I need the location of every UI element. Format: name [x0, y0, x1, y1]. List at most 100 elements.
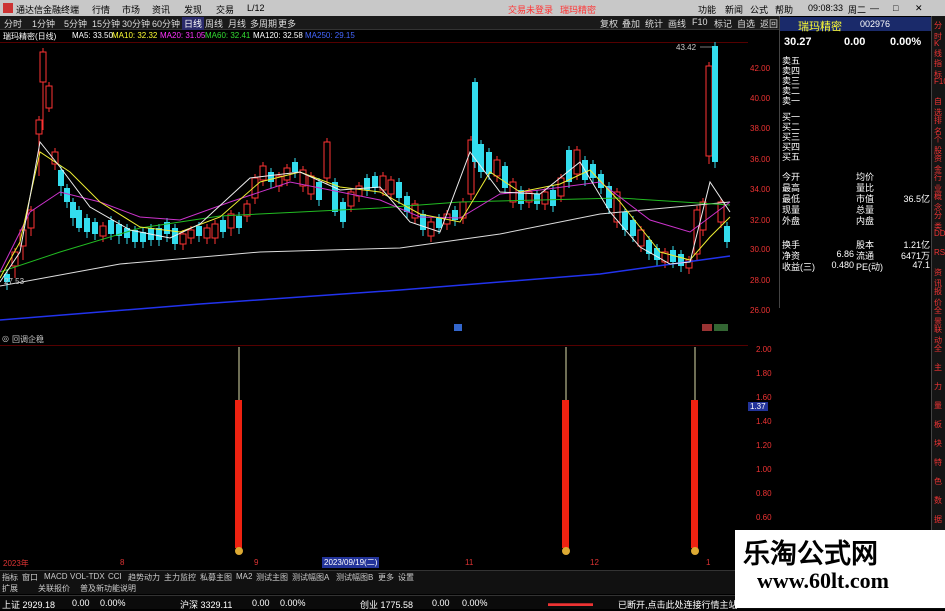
- indicator-chart[interactable]: [0, 345, 748, 557]
- extension-tab[interactable]: 关联报价: [38, 583, 70, 594]
- candle-body: [598, 174, 604, 188]
- price-tick: 42.00: [750, 64, 771, 73]
- sidebar-tab[interactable]: 数: [934, 495, 942, 506]
- sidebar-tab[interactable]: 据: [934, 514, 942, 525]
- index-hs[interactable]: 沪深 3329.11: [180, 598, 232, 611]
- candle-body: [452, 210, 458, 220]
- sidebar-tab[interactable]: 量: [934, 400, 942, 411]
- indicator-tab[interactable]: VOL-TDX: [70, 572, 105, 581]
- extension-tab[interactable]: 扩展: [2, 583, 18, 594]
- stat-label: 内盘: [856, 216, 875, 226]
- indicator-tab[interactable]: MACD: [44, 572, 68, 581]
- legend-ma250: MA250: 29.15: [305, 31, 355, 40]
- sidebar-tab[interactable]: 块: [934, 438, 942, 449]
- toolbar-watchlist[interactable]: 自选: [737, 17, 755, 30]
- period-tab-60min[interactable]: 60分钟: [152, 17, 180, 30]
- period-tab-5min[interactable]: 5分钟: [64, 17, 87, 30]
- connection-message[interactable]: 已断开,点击此处连接行情主站: [618, 598, 738, 611]
- menu-item-function[interactable]: 功能: [698, 3, 716, 16]
- price-tick: 36.00: [750, 155, 771, 164]
- candle-body: [420, 214, 426, 230]
- menu-item-market[interactable]: 市场: [122, 3, 140, 16]
- candle-body: [108, 220, 114, 234]
- indicator-tick: 1.40: [756, 417, 772, 426]
- period-tab-15min[interactable]: 15分钟: [92, 17, 120, 30]
- maximize-button[interactable]: □: [893, 3, 898, 13]
- candle-body: [486, 152, 492, 174]
- index-cy[interactable]: 创业 1775.58: [360, 598, 413, 611]
- sidebar-tab[interactable]: 板: [934, 419, 942, 430]
- sidebar-tab[interactable]: 力: [934, 381, 942, 392]
- toolbar-mark[interactable]: 标记: [714, 17, 732, 30]
- info-mark-2: [702, 324, 712, 331]
- candlestick-chart[interactable]: 43.42 27.53: [0, 42, 748, 332]
- candle-body: [99, 225, 107, 237]
- toolbar-overlay[interactable]: 叠加: [622, 17, 640, 30]
- menu-item-news2[interactable]: 新闻: [725, 3, 743, 16]
- candle-body: [493, 159, 501, 177]
- sidebar-tab[interactable]: 特: [934, 457, 942, 468]
- indicator-value-marker: 1.37: [748, 402, 768, 411]
- candle-body: [76, 210, 82, 228]
- candle-body: [92, 222, 98, 234]
- candle-body: [211, 223, 219, 239]
- current-price: 30.27: [784, 36, 812, 48]
- candle-body: [236, 216, 242, 228]
- period-tab-more[interactable]: 更多: [278, 17, 296, 30]
- toolbar-back[interactable]: 返回: [760, 17, 778, 30]
- candle-body: [316, 182, 322, 200]
- sidebar-tab[interactable]: K线: [934, 39, 945, 59]
- candle-body: [179, 233, 187, 245]
- info-mark-3: [714, 324, 728, 331]
- sidebar-tab[interactable]: RSI: [934, 248, 945, 257]
- index-sh-pct: 0.00%: [100, 598, 126, 608]
- period-tab-weekly[interactable]: 周线: [205, 17, 223, 30]
- sidebar-tab[interactable]: F10: [934, 77, 945, 86]
- indicator-toggle-icon[interactable]: ◎: [2, 334, 9, 343]
- close-button[interactable]: ✕: [915, 3, 923, 14]
- sidebar-tab[interactable]: DDE: [934, 229, 945, 238]
- extension-tab[interactable]: 普及新功能说明: [80, 583, 136, 594]
- minimize-button[interactable]: —: [870, 3, 879, 13]
- price-tick: 28.00: [750, 276, 771, 285]
- ask-level[interactable]: 卖一: [782, 94, 930, 107]
- indicator-tab[interactable]: MA2: [236, 572, 252, 581]
- indicator-tick: 1.80: [756, 369, 772, 378]
- watermark-title: 乐淘公式网: [743, 539, 878, 569]
- menu-item-discover[interactable]: 发现: [184, 3, 202, 16]
- bid-level[interactable]: 买五: [782, 150, 930, 163]
- sidebar-tab[interactable]: 色: [934, 476, 942, 487]
- sidebar-tab[interactable]: 全: [934, 343, 942, 354]
- signal-bar-2: [562, 347, 570, 555]
- menu-item-quotes[interactable]: 行情: [92, 3, 110, 16]
- menu-item-formula[interactable]: 公式: [750, 3, 768, 16]
- toolbar-f10[interactable]: F10: [692, 17, 708, 27]
- index-hs-change: 0.00: [252, 598, 270, 608]
- legend-ma60: MA60: 32.41: [205, 31, 251, 40]
- sidebar-tab[interactable]: 主: [934, 362, 942, 373]
- legend-ma120: MA120: 32.58: [253, 31, 303, 40]
- period-tab-multi[interactable]: 多周期: [250, 17, 277, 30]
- indicator-tab[interactable]: CCI: [108, 572, 122, 581]
- trade-login-status[interactable]: 交易未登录: [508, 3, 553, 16]
- period-tab-monthly[interactable]: 月线: [228, 17, 246, 30]
- legend-ma10: MA10: 32.32: [112, 31, 158, 40]
- menu-item-trade[interactable]: 交易: [216, 3, 234, 16]
- toolbar-draw[interactable]: 画线: [668, 17, 686, 30]
- candle-body: [678, 254, 684, 266]
- menu-item-l12[interactable]: L/12: [247, 3, 265, 13]
- period-tab-daily[interactable]: 日线: [182, 17, 205, 30]
- ma-legend: 瑞玛精密(日线) MA5: 33.50 MA10: 32.32 MA20: 31…: [0, 30, 750, 42]
- toolbar-stats[interactable]: 统计: [645, 17, 663, 30]
- app-title: 通达信金融终端: [16, 5, 80, 15]
- menu-item-help[interactable]: 帮助: [775, 3, 793, 16]
- toolbar-adjust[interactable]: 复权: [600, 17, 618, 30]
- index-sh[interactable]: 上证 2929.18: [2, 598, 55, 611]
- price-change-pct: 0.00%: [890, 36, 922, 48]
- period-tab-30min[interactable]: 30分钟: [122, 17, 150, 30]
- period-tab-1min[interactable]: 1分钟: [32, 17, 55, 30]
- period-tab-intraday[interactable]: 分时: [4, 17, 22, 30]
- date-cursor-label: 2023/09/19(二): [322, 557, 380, 568]
- candle-body: [573, 149, 581, 175]
- menu-item-news[interactable]: 资讯: [152, 3, 170, 16]
